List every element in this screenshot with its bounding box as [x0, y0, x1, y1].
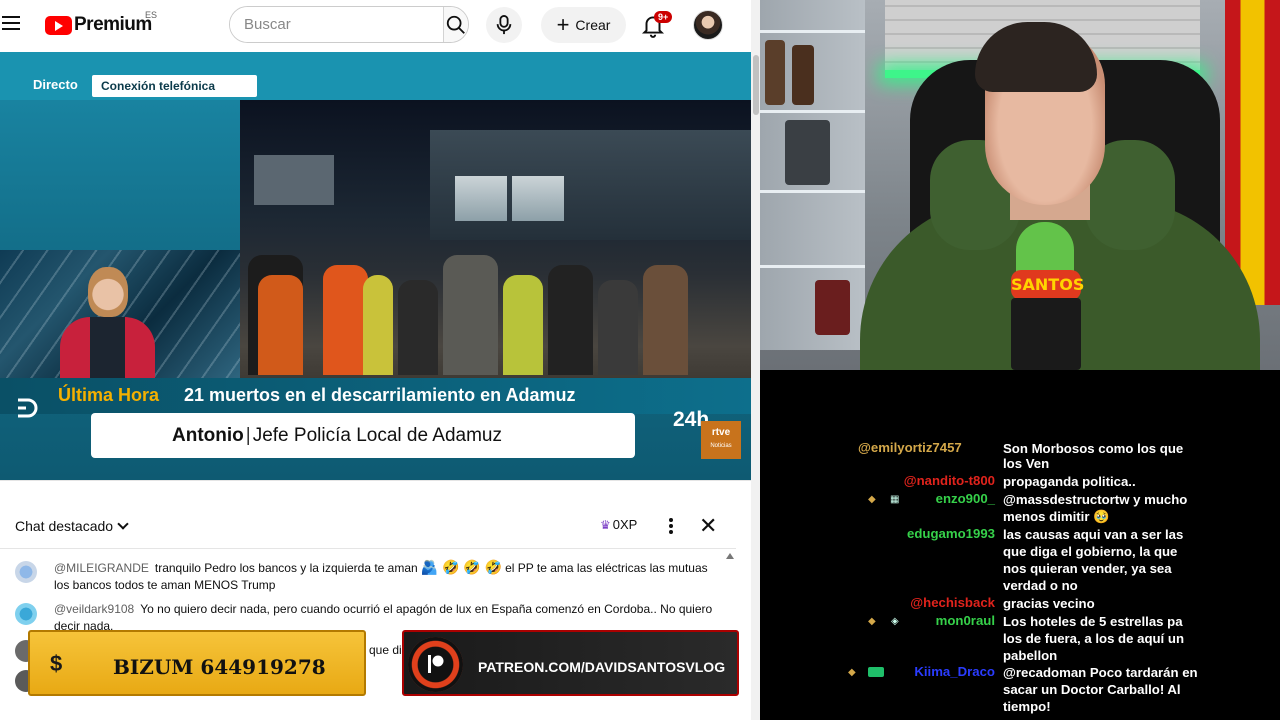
search-input[interactable]: [230, 7, 443, 42]
breaking-label: Última Hora: [58, 385, 160, 405]
plus-icon: +: [556, 12, 570, 37]
dollar-icon: $: [50, 651, 63, 676]
chat-author: @veildark9108: [54, 602, 135, 616]
overlay-chat-username: mon0raul: [935, 613, 995, 628]
youtube-header: Premium ES + Crear 9+: [0, 0, 760, 50]
rtve-logo-text: rtve: [711, 427, 731, 438]
create-button[interactable]: + Crear: [541, 7, 626, 43]
chevron-down-icon: [117, 518, 129, 530]
shelf-plank: [760, 190, 865, 193]
rtve-sub-text: Noticias: [710, 443, 732, 449]
voice-search-button[interactable]: [486, 7, 522, 43]
channel-d-logo-icon: [18, 398, 38, 418]
chat-message: @MILEIGRANDE tranquilo Pedro los bancos y…: [15, 559, 725, 594]
overlay-chat-username: enzo900_: [935, 491, 995, 506]
building-window: [455, 176, 507, 221]
chat-divider: [0, 548, 736, 549]
chat-message-body: @MILEIGRANDE tranquilo Pedro los bancos y…: [54, 559, 725, 594]
search-button[interactable]: [443, 7, 468, 42]
speaker-caption: Antonio | Jefe Policía Local de Adamuz: [172, 425, 502, 447]
bizum-text: BIZUM 644919278: [113, 655, 326, 679]
overlay-chat-message: propaganda politica..: [1003, 474, 1136, 489]
chat-emojis: 🫂 🤣 🤣 🤣: [420, 559, 503, 575]
live-tag: Directo: [33, 77, 78, 92]
segment-tag: Conexión telefónica: [92, 75, 257, 97]
overlay-chat-username: Kiima_Draco: [914, 664, 995, 679]
chat-avatar: [15, 603, 37, 625]
speaker-role: Jefe Policía Local de Adamuz: [252, 425, 502, 446]
chat-subscriber-badge-icon: ◈: [891, 616, 899, 627]
microphone-body: [1011, 298, 1081, 370]
overlay-chat-message: @massdestructortw y mucho: [1003, 492, 1188, 507]
anchor-head: [88, 267, 128, 317]
logo-premium-text: Premium: [74, 14, 152, 35]
chat-scroll-up-arrow-icon[interactable]: [726, 553, 734, 559]
youtube-logo[interactable]: Premium: [45, 14, 152, 36]
overlay-chat-username: edugamo1993: [907, 526, 995, 541]
chat-message-text: Yo no quiero decir nada, pero cuando ocu…: [54, 602, 713, 633]
overlay-chat-message: los de fuera, a los de aquí un: [1003, 631, 1184, 646]
shelf-bottle: [765, 40, 785, 105]
overlay-chat-message: tiempo!: [1003, 699, 1051, 714]
overlay-chat-message: menos dimitir 🥹: [1003, 509, 1110, 524]
search-icon: [446, 15, 465, 34]
news-headline: 21 muertos en el descarrilamiento en Ada…: [184, 385, 576, 405]
page-scrollbar-thumb[interactable]: [753, 55, 759, 115]
speaker-name: Antonio: [172, 425, 244, 446]
building-wall: [254, 155, 334, 205]
more-options-icon[interactable]: [668, 516, 674, 536]
youtube-play-icon: [45, 15, 72, 35]
chat-message-fragment: que di: [369, 643, 402, 657]
patreon-logo-icon: [428, 655, 444, 673]
shelf-helmet: [785, 120, 830, 185]
xp-indicator[interactable]: ♛ 0XP: [600, 517, 637, 532]
crowd-of-people: [248, 225, 688, 375]
chat-message-text: tranquilo Pedro los bancos y la izquierd…: [154, 561, 418, 575]
notification-count-badge: 9+: [654, 11, 673, 23]
chat-avatar: [15, 561, 37, 583]
rtve-logo: rtve Noticias: [701, 421, 741, 459]
overlay-chat-message: nos quieran vender, ya sea: [1003, 561, 1172, 576]
overlay-chat-message: @recadoman Poco tardarán en: [1003, 665, 1198, 680]
overlay-chat-username: @hechisback: [910, 595, 995, 610]
overlay-chat-message: verdad o no: [1003, 578, 1078, 593]
shelf-plank: [760, 110, 865, 113]
chat-eye-badge-icon: ◆: [868, 616, 876, 627]
chat-subscriber-badge-icon: [868, 667, 884, 680]
patreon-text: PATREON.COM/DAVIDSANTOSVLOG: [478, 659, 726, 675]
create-label: Crear: [575, 17, 611, 33]
caption-separator: |: [245, 425, 251, 446]
chat-mode-label: Chat destacado: [15, 518, 114, 534]
shelf-plank: [760, 30, 865, 33]
chat-eye-badge-icon: ◆: [848, 667, 856, 678]
user-avatar[interactable]: [693, 10, 723, 40]
microphone-icon: [496, 15, 512, 35]
shelf-plank: [760, 265, 865, 268]
overlay-chat-message: sacar un Doctor Carballo! Al: [1003, 682, 1181, 697]
search-box: [229, 6, 469, 43]
overlay-chat-message: Los hoteles de 5 estrellas pa: [1003, 614, 1183, 629]
overlay-chat-message: pabellon: [1003, 648, 1058, 663]
hamburger-menu-icon[interactable]: [2, 16, 20, 30]
anchor-top: [90, 317, 125, 380]
chat-subscriber-badge-icon: ▦: [890, 494, 900, 505]
shelf-figure: [815, 280, 850, 335]
overlay-chat-message: gracias vecino: [1003, 596, 1095, 611]
overlay-chat-message: las causas aqui van a ser las: [1003, 527, 1184, 542]
building-window: [512, 176, 564, 221]
chat-mode-dropdown[interactable]: Chat destacado: [15, 518, 129, 534]
news-anchor: [60, 265, 155, 380]
overlay-chat-message: que diga el gobierno, la que: [1003, 544, 1178, 559]
xp-value: 0XP: [612, 517, 638, 532]
crown-icon: ♛: [600, 517, 611, 532]
chat-eye-badge-icon: ◆: [868, 494, 876, 505]
chat-author: @MILEIGRANDE: [54, 561, 149, 575]
close-chat-icon[interactable]: ✕: [699, 515, 717, 537]
overlay-chat-message: los Ven: [1003, 456, 1050, 471]
shelf-bottle: [792, 45, 814, 105]
overlay-chat-username: @nandito-t800: [903, 473, 995, 488]
microphone-brand-label: SANTOS: [1011, 270, 1084, 300]
country-code: ES: [145, 10, 158, 20]
